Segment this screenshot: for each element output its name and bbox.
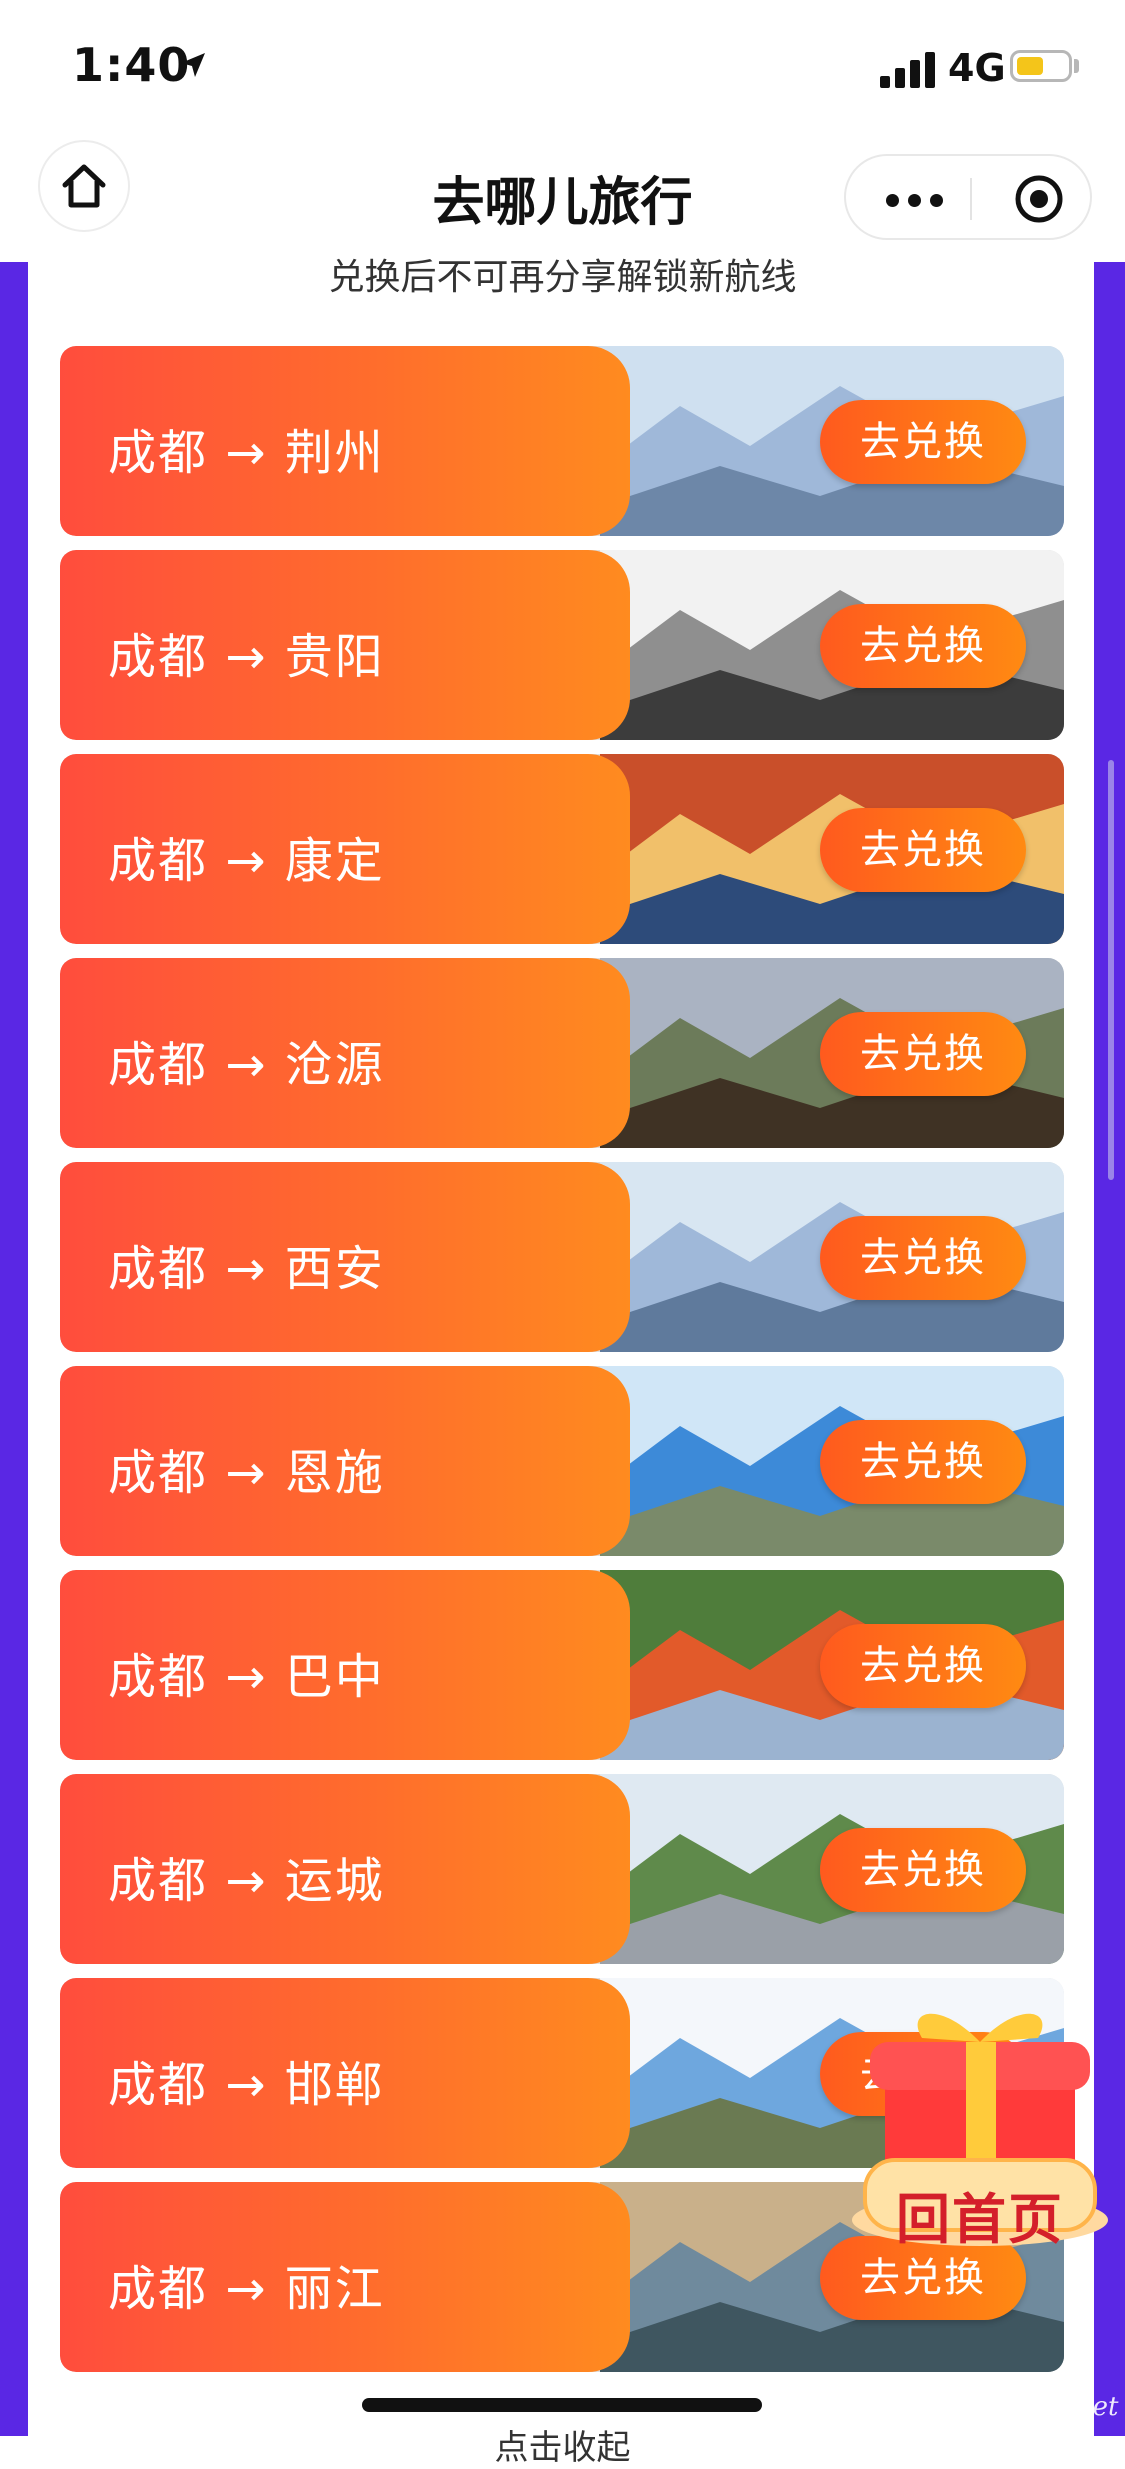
exchange-button[interactable]: 去兑换 xyxy=(820,1828,1026,1912)
route-row[interactable]: 成都 → 康定 去兑换 xyxy=(60,754,1064,944)
status-bar: 1:40 4G xyxy=(0,0,1125,130)
route-name: 成都 → 恩施 xyxy=(108,1445,385,1501)
exchange-button[interactable]: 去兑换 xyxy=(820,1624,1026,1708)
route-name: 成都 → 运城 xyxy=(108,1853,385,1909)
route-label-bg: 成都 → 西安 xyxy=(60,1162,630,1352)
network-type: 4G xyxy=(948,46,1006,90)
route-name: 成都 → 丽江 xyxy=(108,2261,385,2317)
exchange-button[interactable]: 去兑换 xyxy=(820,604,1026,688)
route-name: 成都 → 康定 xyxy=(108,833,385,889)
route-label-bg: 成都 → 邯郸 xyxy=(60,1978,630,2168)
route-row[interactable]: 成都 → 沧源 去兑换 xyxy=(60,958,1064,1148)
route-label-bg: 成都 → 荆州 xyxy=(60,346,630,536)
exchange-button[interactable]: 去兑换 xyxy=(820,1420,1026,1504)
watermark: eLvXing.net xyxy=(960,2392,1119,2422)
back-home-label[interactable]: 回首页 xyxy=(860,2175,1100,2254)
route-row[interactable]: 成都 → 贵阳 去兑换 xyxy=(60,550,1064,740)
route-name: 成都 → 邯郸 xyxy=(108,2057,385,2113)
route-label-bg: 成都 → 贵阳 xyxy=(60,550,630,740)
route-row[interactable]: 成都 → 恩施 去兑换 xyxy=(60,1366,1064,1556)
route-name: 成都 → 贵阳 xyxy=(108,629,385,685)
route-row[interactable]: 成都 → 巴中 去兑换 xyxy=(60,1570,1064,1760)
route-label-bg: 成都 → 丽江 xyxy=(60,2182,630,2372)
status-time: 1:40 xyxy=(72,38,191,92)
collapse-hint[interactable]: 点击收起 xyxy=(0,2420,1125,2469)
route-label-bg: 成都 → 沧源 xyxy=(60,958,630,1148)
exchange-button[interactable]: 去兑换 xyxy=(820,808,1026,892)
cellular-signal-icon xyxy=(880,52,935,88)
mini-program-capsule xyxy=(844,154,1092,240)
route-name: 成都 → 荆州 xyxy=(108,425,385,481)
home-indicator xyxy=(362,2398,762,2412)
route-name: 成都 → 西安 xyxy=(108,1241,385,1297)
scrollbar[interactable] xyxy=(1108,760,1114,1180)
route-label-bg: 成都 → 恩施 xyxy=(60,1366,630,1556)
route-name: 成都 → 沧源 xyxy=(108,1037,385,1093)
battery-icon xyxy=(1010,50,1072,82)
route-label-bg: 成都 → 巴中 xyxy=(60,1570,630,1760)
exchange-button[interactable]: 去兑换 xyxy=(820,1012,1026,1096)
route-name: 成都 → 巴中 xyxy=(108,1649,385,1705)
route-row[interactable]: 成都 → 荆州 去兑换 xyxy=(60,346,1064,536)
more-dots-icon[interactable] xyxy=(886,194,943,207)
exchange-note: 兑换后不可再分享解锁新航线 xyxy=(328,257,797,298)
location-arrow-icon xyxy=(181,53,205,77)
route-label-bg: 成都 → 运城 xyxy=(60,1774,630,1964)
target-icon[interactable] xyxy=(1014,174,1064,224)
route-label-bg: 成都 → 康定 xyxy=(60,754,630,944)
exchange-button[interactable]: 去兑换 xyxy=(820,400,1026,484)
exchange-button[interactable]: 去兑换 xyxy=(820,1216,1026,1300)
route-row[interactable]: 成都 → 西安 去兑换 xyxy=(60,1162,1064,1352)
nav-bar: 去哪儿旅行 xyxy=(0,130,1125,263)
route-row[interactable]: 成都 → 运城 去兑换 xyxy=(60,1774,1064,1964)
